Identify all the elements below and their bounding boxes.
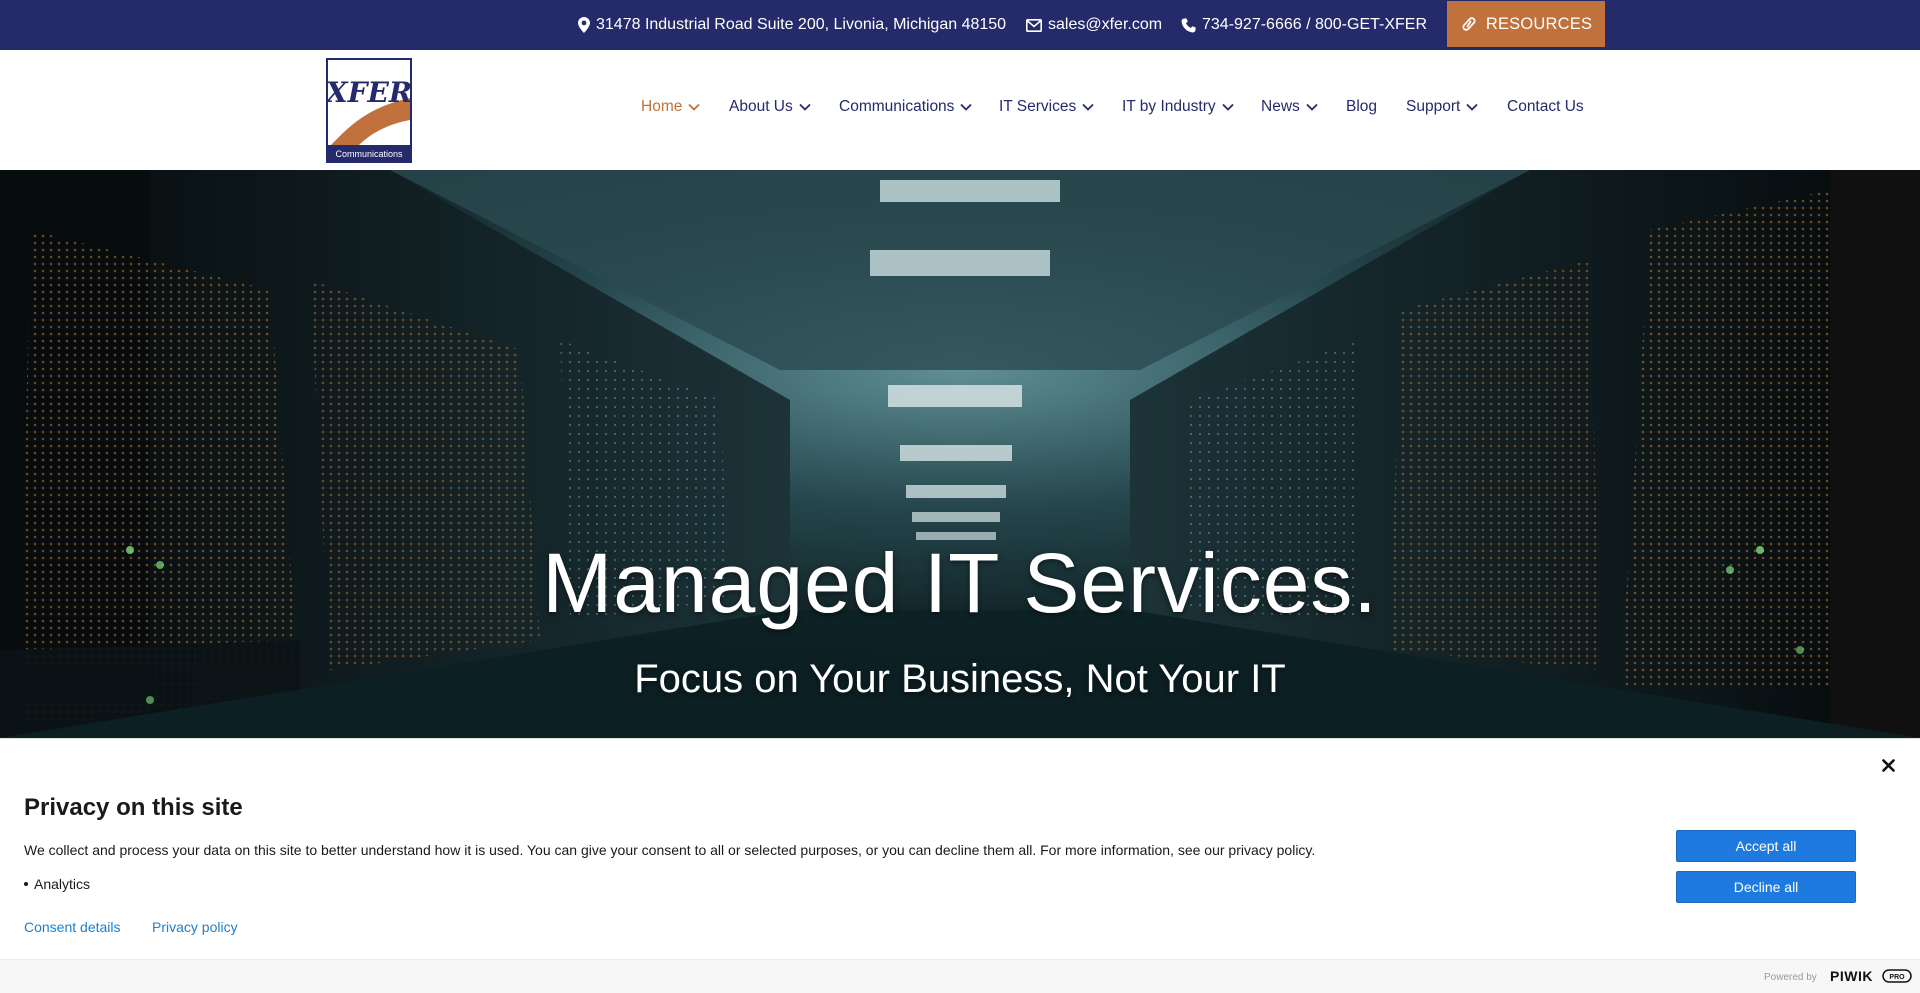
purpose-list-item: Analytics xyxy=(24,876,90,892)
xfer-logo[interactable]: XFER Communications xyxy=(326,58,412,163)
bullet-icon xyxy=(24,882,28,886)
accept-all-button[interactable]: Accept all xyxy=(1676,830,1856,862)
privacy-description: We collect and process your data on this… xyxy=(24,842,1316,858)
chevron-down-icon xyxy=(688,103,700,111)
resources-button[interactable]: RESOURCES xyxy=(1447,1,1605,47)
nav-blog-label[interactable]: Blog xyxy=(1346,98,1377,116)
nav-communications-label[interactable]: Communications xyxy=(839,98,954,116)
nav-home[interactable]: Home xyxy=(641,98,700,116)
close-button[interactable] xyxy=(1878,755,1898,775)
piwik-pro-logo[interactable]: PIWIK PRO xyxy=(1830,968,1912,984)
privacy-consent-banner: Privacy on this site We collect and proc… xyxy=(0,738,1920,993)
powered-by-text: Powered by xyxy=(1764,972,1817,983)
close-icon xyxy=(1881,758,1895,772)
nav-contact-us-label[interactable]: Contact Us xyxy=(1507,98,1584,116)
nav-it-services-label[interactable]: IT Services xyxy=(999,98,1076,116)
logo-subtext: Communications xyxy=(335,149,403,159)
chevron-down-icon xyxy=(1306,103,1318,111)
nav-news[interactable]: News xyxy=(1261,98,1318,116)
chevron-down-icon xyxy=(1221,103,1234,111)
hero-subtitle: Focus on Your Business, Not Your IT xyxy=(634,657,1286,701)
nav-it-services[interactable]: IT Services xyxy=(999,98,1094,116)
nav-support-label[interactable]: Support xyxy=(1406,98,1460,116)
envelope-icon xyxy=(1026,18,1042,32)
chevron-down-icon xyxy=(960,103,973,111)
email-link[interactable]: sales@xfer.com xyxy=(1026,0,1162,50)
nav-it-by-industry[interactable]: IT by Industry xyxy=(1122,98,1234,116)
phone-text[interactable]: 734-927-6666 / 800-GET-XFER xyxy=(1202,16,1427,34)
purpose-label: Analytics xyxy=(34,876,91,892)
powered-by-bar: Powered by PIWIK PRO xyxy=(0,959,1920,993)
decline-all-button[interactable]: Decline all xyxy=(1676,871,1856,903)
logo-graphic: XFER Communications xyxy=(328,60,410,161)
hero-banner: Managed IT Services. Focus on Your Busin… xyxy=(0,170,1920,738)
nav-blog[interactable]: Blog xyxy=(1346,98,1377,116)
nav-home-label[interactable]: Home xyxy=(641,98,682,116)
nav-about-us[interactable]: About Us xyxy=(729,98,811,116)
nav-about-us-label[interactable]: About Us xyxy=(729,98,793,116)
map-pin-icon xyxy=(578,17,590,33)
phone-link[interactable]: 734-927-6666 / 800-GET-XFER xyxy=(1181,0,1427,50)
server-room-image xyxy=(0,170,1920,738)
privacy-title: Privacy on this site xyxy=(24,794,243,821)
address-text: 31478 Industrial Road Suite 200, Livonia… xyxy=(596,16,1007,33)
svg-text:PIWIK: PIWIK xyxy=(1830,968,1873,984)
top-contact-bar: 31478 Industrial Road Suite 200, Livonia… xyxy=(0,0,1920,50)
email-text[interactable]: sales@xfer.com xyxy=(1048,16,1162,34)
address-item: 31478 Industrial Road Suite 200, Livonia… xyxy=(578,0,1006,50)
nav-support[interactable]: Support xyxy=(1406,98,1478,116)
chevron-down-icon xyxy=(799,103,811,111)
nav-news-label[interactable]: News xyxy=(1261,98,1300,116)
phone-icon xyxy=(1181,17,1196,32)
resources-label[interactable]: RESOURCES xyxy=(1486,15,1592,34)
svg-text:PRO: PRO xyxy=(1889,974,1905,981)
consent-details-link[interactable]: Consent details xyxy=(24,919,121,935)
logo-text: XFER xyxy=(328,76,410,109)
nav-it-by-industry-label[interactable]: IT by Industry xyxy=(1122,98,1216,116)
chevron-down-icon xyxy=(1082,103,1094,111)
chevron-down-icon xyxy=(1466,103,1478,111)
link-icon xyxy=(1462,17,1476,31)
privacy-policy-link[interactable]: Privacy policy xyxy=(152,919,238,935)
nav-contact-us[interactable]: Contact Us xyxy=(1507,98,1584,116)
hero-title: Managed IT Services. xyxy=(542,536,1378,630)
site-header: XFER Communications Home About Us Commun… xyxy=(0,50,1920,170)
nav-communications[interactable]: Communications xyxy=(839,98,973,116)
